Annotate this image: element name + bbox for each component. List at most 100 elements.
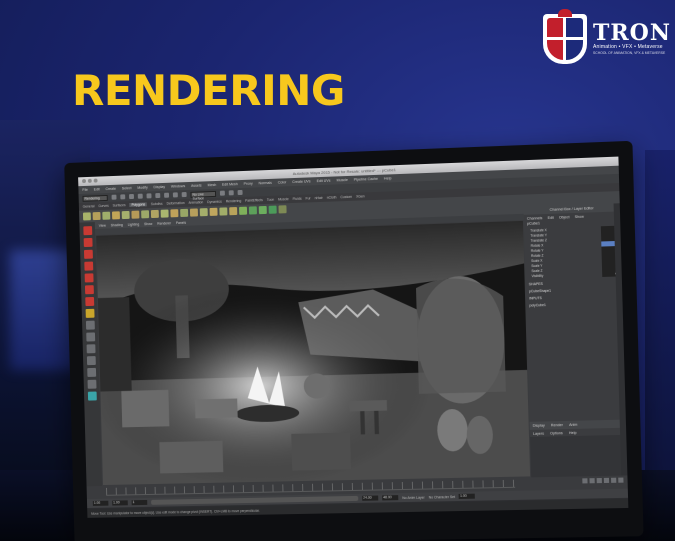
rotate-tool-icon[interactable] bbox=[84, 273, 94, 283]
shelf-tab-subdivs[interactable]: Subdivs bbox=[151, 202, 163, 206]
four-view-icon[interactable] bbox=[85, 332, 95, 342]
shelf-tab-animation[interactable]: Animation bbox=[188, 200, 203, 205]
menu-file[interactable]: File bbox=[82, 188, 88, 192]
save-scene-icon[interactable] bbox=[129, 193, 135, 200]
snap-curve-icon[interactable] bbox=[172, 192, 178, 198]
outliner-layout-icon[interactable] bbox=[87, 379, 97, 389]
menu-create[interactable]: Create bbox=[105, 187, 116, 191]
layer-menu-layers[interactable]: Layers bbox=[533, 431, 544, 435]
layer-tab-anim[interactable]: Anim bbox=[569, 423, 578, 427]
menu-display[interactable]: Display bbox=[153, 185, 165, 189]
poly-cone-icon[interactable] bbox=[111, 211, 120, 220]
input-node[interactable]: polyCube1 bbox=[526, 298, 622, 308]
separate-icon[interactable] bbox=[150, 209, 159, 219]
select-component-icon[interactable] bbox=[155, 192, 161, 199]
playback-end-field[interactable]: 24.00 bbox=[362, 495, 379, 501]
window-controls[interactable] bbox=[82, 178, 98, 184]
step-back-icon[interactable] bbox=[589, 478, 595, 484]
shelf-tab-dynamics[interactable]: Dynamics bbox=[207, 200, 222, 205]
custom-layout-icon[interactable] bbox=[87, 391, 97, 401]
menu-assets[interactable]: Assets bbox=[191, 184, 202, 188]
play-forward-icon[interactable] bbox=[603, 477, 610, 484]
uv-editor-icon[interactable] bbox=[278, 205, 287, 214]
menu-mesh[interactable]: Mesh bbox=[207, 183, 216, 187]
shelf-tab-general[interactable]: General bbox=[83, 204, 95, 208]
panel-menu-show[interactable]: Show bbox=[144, 221, 152, 225]
shelf-tab-polygons[interactable]: Polygons bbox=[129, 202, 148, 207]
persp-outliner-icon[interactable] bbox=[86, 344, 96, 354]
manipulator-icon[interactable] bbox=[84, 296, 94, 307]
select-hierarchy-icon[interactable] bbox=[137, 193, 143, 199]
poly-cylinder-icon[interactable] bbox=[102, 211, 111, 220]
shelf-tab-toon[interactable]: Toon bbox=[267, 198, 274, 202]
combine-icon[interactable] bbox=[141, 210, 150, 219]
poly-cube-icon[interactable] bbox=[92, 211, 101, 221]
menu-edit[interactable]: Edit bbox=[94, 187, 100, 191]
snap-grid-icon[interactable] bbox=[164, 192, 170, 198]
panel-menu-panels[interactable]: Panels bbox=[176, 220, 186, 224]
panel-menu-renderer[interactable]: Renderer bbox=[157, 221, 171, 225]
end-time-field[interactable]: 48.00 bbox=[382, 495, 399, 501]
shelf-tab-muscle[interactable]: Muscle bbox=[278, 197, 289, 201]
menu-edit-uvs[interactable]: Edit UVs bbox=[317, 179, 331, 184]
menu-normals[interactable]: Normals bbox=[259, 181, 272, 185]
layer-list[interactable] bbox=[530, 434, 628, 478]
ipr-render-icon[interactable] bbox=[228, 190, 234, 196]
layer-tab-display[interactable]: Display bbox=[533, 423, 545, 427]
cb-menu-channels[interactable]: Channels bbox=[527, 216, 543, 221]
poly-sphere-icon[interactable] bbox=[82, 212, 91, 221]
shelf-tab-painteffects[interactable]: PaintEffects bbox=[245, 198, 263, 203]
menu-proxy[interactable]: Proxy bbox=[244, 182, 253, 186]
extrude-icon[interactable] bbox=[199, 208, 208, 217]
new-scene-icon[interactable] bbox=[111, 194, 117, 200]
snap-point-icon[interactable] bbox=[181, 192, 187, 198]
bridge-icon[interactable] bbox=[209, 207, 218, 216]
menu-modify[interactable]: Modify bbox=[137, 186, 147, 190]
shelf-tab-custom[interactable]: Custom bbox=[340, 195, 352, 199]
menu-pipeline-cache[interactable]: Pipeline Cache bbox=[354, 177, 378, 182]
merge-icon[interactable] bbox=[229, 207, 238, 216]
shelf-tab-curves[interactable]: Curves bbox=[98, 204, 109, 208]
scale-tool-icon[interactable] bbox=[84, 285, 94, 295]
extract-icon[interactable] bbox=[160, 209, 169, 218]
render-viewport[interactable] bbox=[96, 220, 531, 486]
poly-torus-icon[interactable] bbox=[131, 210, 140, 219]
paint-select-icon[interactable] bbox=[83, 249, 93, 259]
menu-windows[interactable]: Windows bbox=[171, 184, 185, 188]
poly-plane-icon[interactable] bbox=[121, 210, 130, 220]
shelf-tab-rendering[interactable]: Rendering bbox=[226, 199, 242, 204]
render-frame-icon[interactable] bbox=[219, 190, 225, 196]
menu-edit-mesh[interactable]: Edit Mesh bbox=[222, 182, 238, 187]
cb-menu-show[interactable]: Show bbox=[575, 214, 584, 218]
layer-tab-render[interactable]: Render bbox=[551, 423, 563, 427]
mode-dropdown[interactable]: Rendering bbox=[82, 194, 108, 202]
insert-edge-loop-icon[interactable] bbox=[248, 206, 257, 215]
select-object-icon[interactable] bbox=[146, 193, 152, 199]
panel-menu-view[interactable]: View bbox=[99, 223, 106, 227]
lasso-tool-icon[interactable] bbox=[83, 237, 93, 248]
shelf-tab-deformation[interactable]: Deformation bbox=[167, 201, 185, 206]
playback-start-field[interactable]: 1.00 bbox=[112, 500, 128, 506]
single-view-icon[interactable] bbox=[85, 320, 95, 330]
menu-muscle[interactable]: Muscle bbox=[336, 178, 347, 182]
shelf-tab-xgen[interactable]: XGen bbox=[356, 194, 365, 198]
frame-field[interactable]: 1.00 bbox=[459, 493, 476, 499]
cb-menu-object[interactable]: Object bbox=[559, 215, 570, 219]
shelf-tab-ncloth[interactable]: nCloth bbox=[327, 195, 337, 199]
menu-create-uvs[interactable]: Create UVs bbox=[292, 179, 311, 184]
move-tool-icon[interactable] bbox=[83, 261, 93, 271]
shelf-tab-fluids[interactable]: Fluids bbox=[293, 197, 302, 201]
live-surface-field[interactable]: No Live Surface bbox=[190, 190, 217, 200]
layer-menu-help[interactable]: Help bbox=[569, 430, 577, 434]
go-to-end-icon[interactable] bbox=[618, 477, 624, 483]
render-settings-icon[interactable] bbox=[237, 189, 243, 196]
character-set-dropdown[interactable]: No Character Set bbox=[429, 495, 456, 500]
multi-cut-icon[interactable] bbox=[258, 205, 267, 215]
anim-layer-dropdown[interactable]: No Anim Layer bbox=[402, 495, 424, 499]
step-forward-icon[interactable] bbox=[611, 477, 617, 483]
target-weld-icon[interactable] bbox=[268, 205, 277, 214]
booleans-icon[interactable] bbox=[170, 209, 179, 218]
menu-select[interactable]: Select bbox=[122, 186, 132, 190]
play-back-icon[interactable] bbox=[596, 477, 602, 484]
hypershade-layout-icon[interactable] bbox=[86, 367, 96, 377]
